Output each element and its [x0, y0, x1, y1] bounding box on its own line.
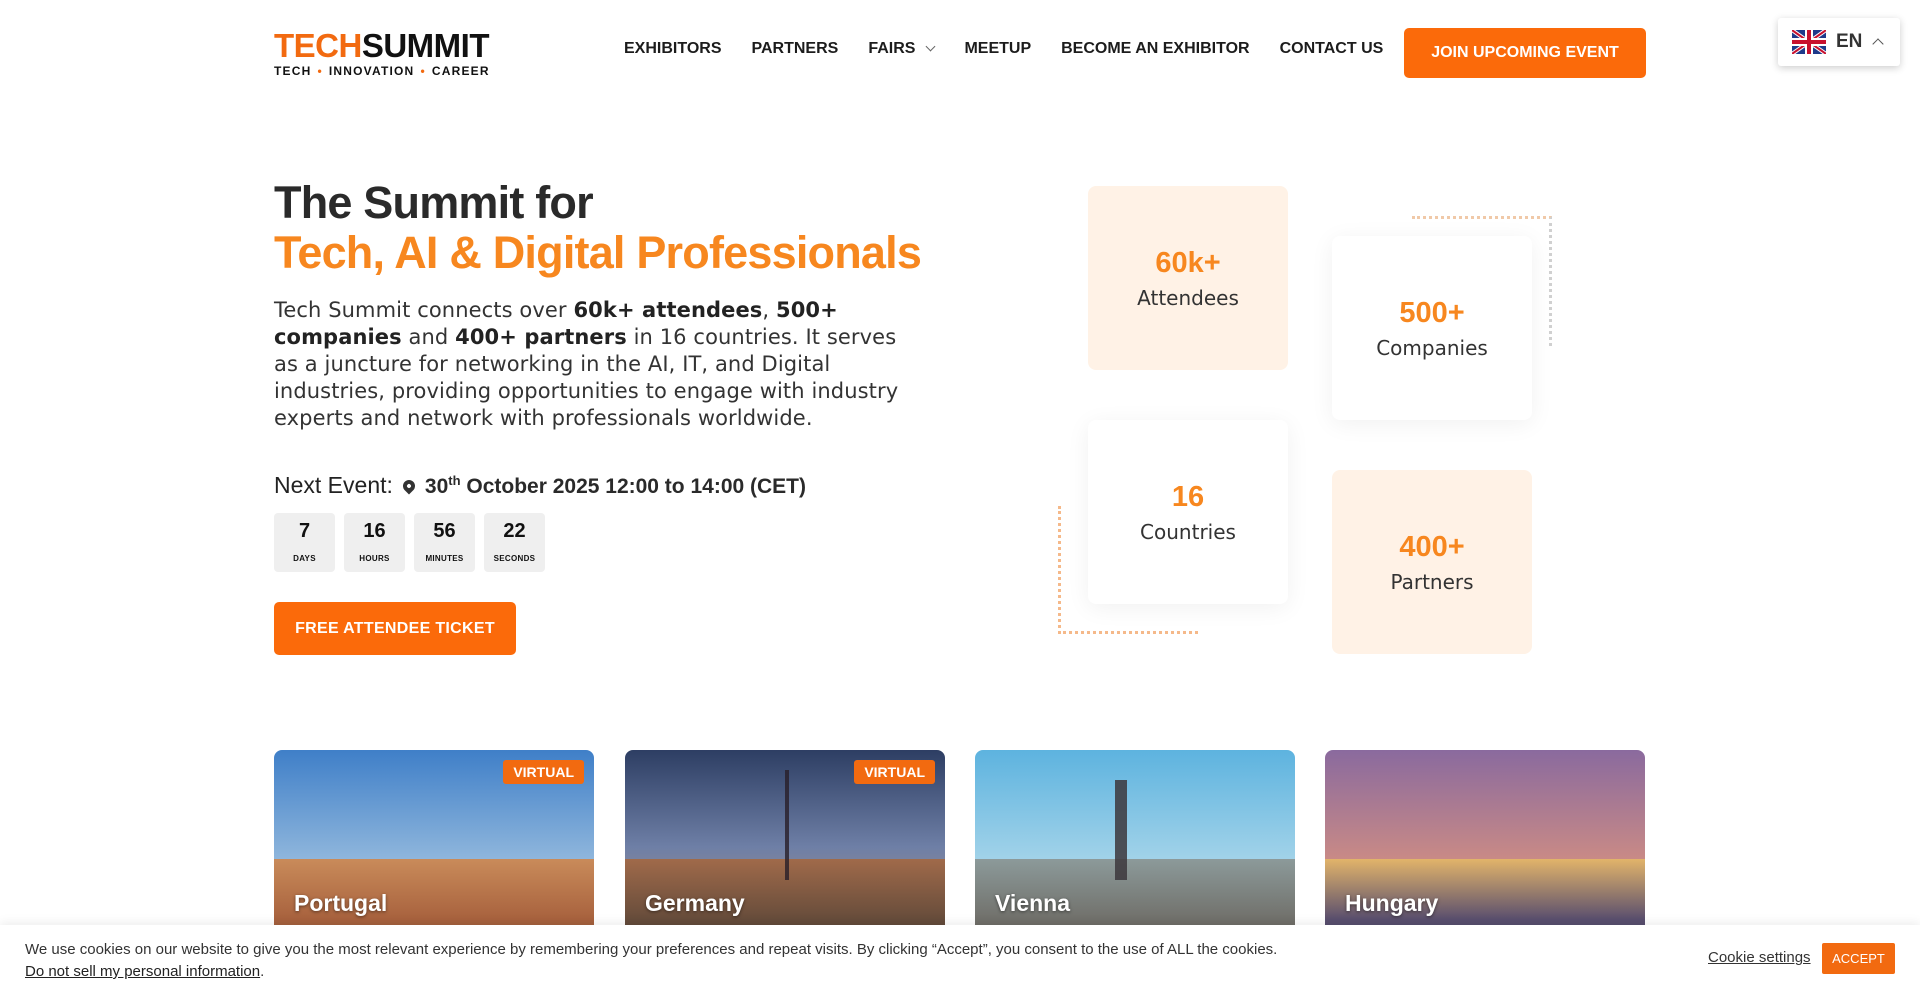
cookie-banner: We use cookies on our website to give yo…: [0, 925, 1920, 993]
card-title: Germany: [645, 890, 745, 916]
nav-become-exhibitor[interactable]: BECOME AN EXHIBITOR: [1061, 40, 1249, 58]
language-code: EN: [1836, 31, 1863, 52]
nav-fairs[interactable]: FAIRS: [868, 40, 936, 58]
next-event-label: Next Event:: [274, 472, 393, 498]
do-not-sell-link[interactable]: Do not sell my personal information: [25, 963, 260, 980]
hero-description: Tech Summit connects over 60k+ attendees…: [274, 298, 899, 430]
location-pin-icon: [400, 477, 418, 494]
nav-fairs-label: FAIRS: [868, 40, 916, 57]
virtual-badge: VIRTUAL: [854, 760, 935, 784]
logo-wordmark: TECHSUMMIT: [274, 27, 490, 64]
hero-title: The Summit for Tech, AI & Digital Profes…: [274, 177, 922, 278]
stat-companies: 500+ Companies: [1332, 236, 1532, 420]
nav-meetup[interactable]: MEETUP: [964, 40, 1031, 58]
countdown-hours: 16 HOURS: [344, 513, 405, 572]
nav-exhibitors[interactable]: EXHIBITORS: [624, 40, 722, 58]
nav-partners[interactable]: PARTNERS: [752, 40, 839, 58]
stat-attendees: 60k+ Attendees: [1088, 186, 1288, 370]
uk-flag-icon: [1792, 30, 1826, 54]
countdown-timer: 7 DAYS 16 HOURS 56 MINUTES 22 SECONDS: [274, 513, 554, 572]
card-title: Portugal: [294, 890, 388, 916]
cookie-message: We use cookies on our website to give yo…: [25, 941, 1278, 980]
countdown-minutes: 56 MINUTES: [414, 513, 475, 572]
nav-contact-us[interactable]: CONTACT US: [1280, 40, 1384, 58]
next-event: Next Event: 30th October 2025 12:00 to 1…: [274, 472, 806, 499]
logo-tagline: TECH • INNOVATION • CAREER: [274, 64, 490, 78]
countdown-seconds: 22 SECONDS: [484, 513, 545, 572]
card-title: Vienna: [995, 890, 1070, 916]
tech-summit-logo[interactable]: TECHSUMMIT TECH • INNOVATION • CAREER: [274, 27, 498, 78]
cookie-settings-link[interactable]: Cookie settings: [1708, 949, 1811, 966]
virtual-badge: VIRTUAL: [503, 760, 584, 784]
stat-countries: 16 Countries: [1088, 420, 1288, 604]
chevron-down-icon: [926, 41, 936, 52]
chevron-up-icon: [1872, 38, 1885, 50]
accept-cookies-button[interactable]: ACCEPT: [1822, 943, 1895, 974]
site-header: TECHSUMMIT TECH • INNOVATION • CAREER EXHIBI…: [0, 0, 1920, 106]
join-upcoming-event-button[interactable]: JOIN UPCOMING EVENT: [1404, 28, 1646, 78]
main-nav: EXHIBITORS PARTNERS FAIRS MEETUP BECOME …: [624, 40, 1413, 58]
free-attendee-ticket-button[interactable]: FREE ATTENDEE TICKET: [274, 602, 516, 655]
card-title: Hungary: [1345, 890, 1439, 916]
stat-partners: 400+ Partners: [1332, 470, 1532, 654]
hero-title-line2: Tech, AI & Digital Professionals: [274, 227, 922, 278]
hero-title-line1: The Summit for: [274, 177, 594, 228]
language-switcher[interactable]: EN: [1778, 18, 1900, 66]
countdown-days: 7 DAYS: [274, 513, 335, 572]
next-event-date: 30th October 2025 12:00 to 14:00 (CET): [424, 472, 806, 498]
